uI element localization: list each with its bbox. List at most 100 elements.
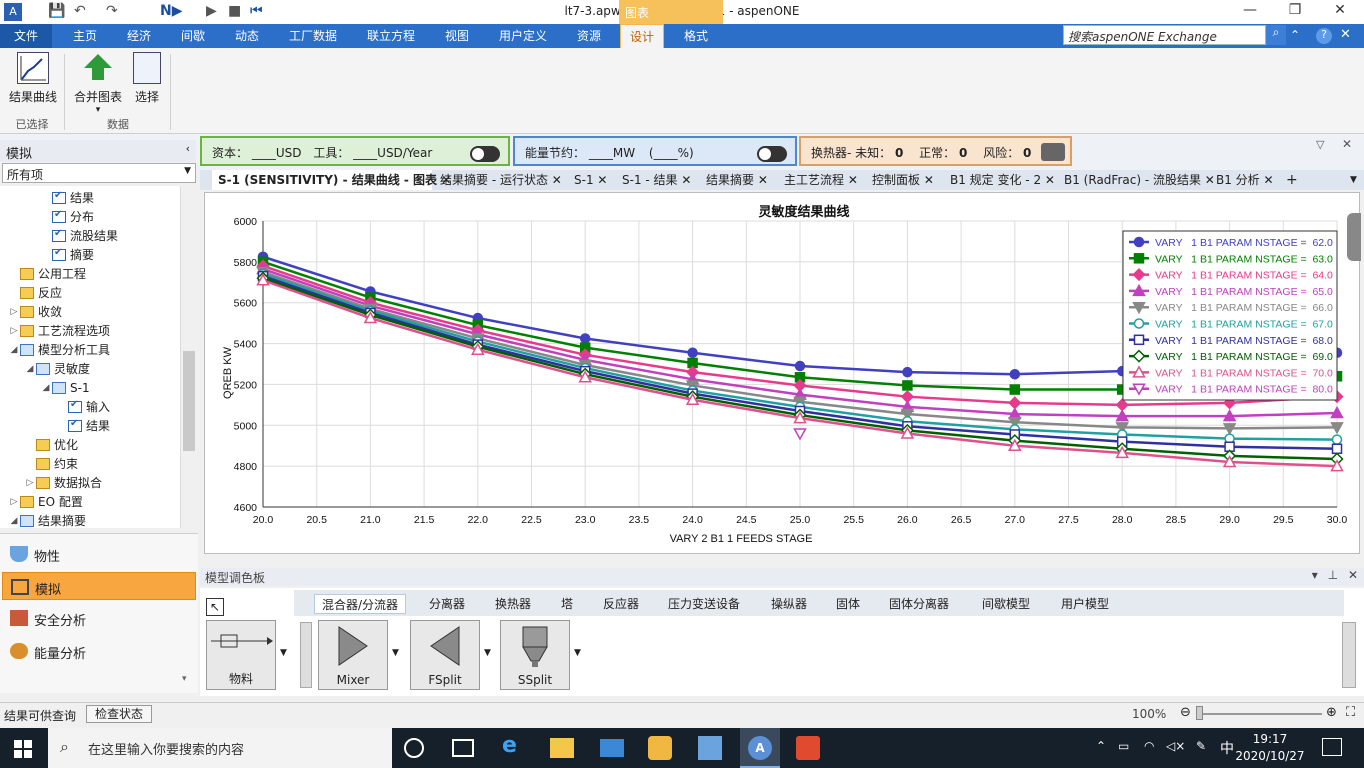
new-tab-icon[interactable]: +	[1286, 170, 1306, 190]
tab-file[interactable]: 文件	[0, 24, 52, 48]
taskbar-search-input[interactable]: ⌕ 在这里输入你要搜索的内容	[48, 728, 392, 768]
palette-tab[interactable]: 换热器	[488, 594, 538, 614]
palette-tab[interactable]: 操纵器	[764, 594, 814, 614]
doc-tab[interactable]: S-1 - 结果 ✕	[616, 170, 700, 190]
close-icon[interactable]: ✕	[597, 173, 607, 187]
tree-item[interactable]: ◢ 模型分析工具	[0, 340, 110, 359]
task-view-icon[interactable]	[452, 739, 474, 757]
tree-item[interactable]: ▷ EO 配置	[0, 492, 83, 511]
close-icon[interactable]: ✕	[552, 173, 562, 187]
close-icon[interactable]: ✕	[924, 173, 934, 187]
close-ribbon-icon[interactable]: ✕	[1340, 27, 1351, 42]
chevron-down-icon[interactable]: ▼	[574, 648, 581, 658]
edge-icon[interactable]: e	[502, 733, 526, 758]
palette-item-fsplit[interactable]: FSplit	[410, 620, 480, 690]
taskbar-clock[interactable]: 19:17 2020/10/27	[1234, 731, 1306, 765]
tree-item[interactable]: 结果	[0, 188, 94, 207]
tree-item[interactable]: 流股结果	[0, 226, 118, 245]
search-icon[interactable]: ⌕	[1266, 25, 1286, 45]
tab-format[interactable]: 格式	[672, 24, 720, 48]
close-icon[interactable]: ✕	[1348, 568, 1358, 582]
tree-item[interactable]: 优化	[0, 435, 78, 454]
doc-tab[interactable]: B1 (RadFrac) - 流股结果 ✕	[1058, 170, 1215, 190]
palette-tab[interactable]: 塔	[552, 594, 582, 614]
palette-tab[interactable]: 固体	[830, 594, 866, 614]
chart-side-handle[interactable]	[1347, 213, 1361, 261]
restore-icon[interactable]: ❐	[1275, 2, 1315, 22]
palette-item-ssplit[interactable]: SSplit	[500, 620, 570, 690]
palette-tab[interactable]: 用户模型	[1052, 594, 1118, 614]
nav-button-energy[interactable]: 能量分析	[2, 637, 196, 665]
file-explorer-icon[interactable]	[550, 738, 574, 758]
mail-icon[interactable]	[600, 739, 624, 757]
tree-item[interactable]: 输入	[0, 397, 110, 416]
tab-customize[interactable]: 用户定义	[490, 24, 556, 48]
tree-expander-icon[interactable]: ◢	[8, 345, 20, 355]
palette-tab[interactable]: 混合器/分流器	[314, 594, 406, 614]
collapse-ribbon-icon[interactable]: ⌃	[1290, 28, 1300, 42]
taskbar-aspen-plus[interactable]: A	[740, 728, 780, 768]
doc-tab[interactable]: 控制面板 ✕	[866, 170, 942, 190]
app-icon-yellow[interactable]	[648, 736, 672, 760]
close-icon[interactable]: ✕	[1320, 2, 1360, 22]
tab-view[interactable]: 视图	[434, 24, 480, 48]
windows-start-icon[interactable]	[14, 740, 32, 758]
zoom-in-icon[interactable]: ⊕	[1326, 705, 1337, 720]
doc-tab[interactable]: B1 规定 变化 - 2 ✕	[944, 170, 1058, 190]
close-icon[interactable]: ✕	[681, 173, 691, 187]
notification-icon[interactable]	[1322, 738, 1342, 756]
palette-tab[interactable]: 分离器	[422, 594, 472, 614]
zoom-slider[interactable]	[1196, 713, 1322, 715]
cortana-icon[interactable]	[404, 738, 424, 758]
nav-button-simulation[interactable]: 模拟	[2, 572, 196, 600]
tree-expander-icon[interactable]: ◢	[24, 364, 36, 374]
chevron-down-icon[interactable]: ▼	[484, 648, 491, 658]
doc-tab[interactable]: 主工艺流程 ✕	[778, 170, 864, 190]
doc-tab[interactable]: B1 分析 ✕	[1210, 170, 1282, 190]
result-curve-button[interactable]: 结果曲线	[6, 52, 60, 105]
palette-tab[interactable]: 间歇模型	[974, 594, 1038, 614]
tree-item[interactable]: ◢ 结果摘要	[0, 511, 86, 528]
tree-item[interactable]: ◢ S-1	[0, 378, 90, 397]
tab-batch[interactable]: 间歇	[168, 24, 218, 48]
palette-item-material[interactable]: 物料	[206, 620, 276, 690]
ime-indicator[interactable]: 中	[1220, 738, 1234, 758]
merge-chart-button[interactable]: 合并图表 ▾	[72, 52, 124, 115]
tab-economics[interactable]: 经济	[114, 24, 164, 48]
chevron-down-icon[interactable]: ▼	[280, 648, 287, 658]
doc-tab[interactable]: S-1 (SENSITIVITY) - 结果曲线 - 图表 ✕	[212, 170, 451, 190]
pin-icon[interactable]: ⊥	[1328, 568, 1338, 582]
fit-view-icon[interactable]: ⛶	[1346, 705, 1355, 720]
wifi-icon[interactable]: ◠	[1144, 739, 1154, 753]
pointer-tool-icon[interactable]: ↖	[206, 598, 224, 616]
close-icon[interactable]: ✕	[1264, 173, 1274, 187]
tree-expander-icon[interactable]: ▷	[8, 497, 20, 507]
hx-settings-icon[interactable]	[1041, 143, 1065, 161]
collapse-pane-icon[interactable]: ‹	[186, 142, 190, 155]
tree-expander-icon[interactable]: ▷	[8, 307, 20, 317]
tree-expander-icon[interactable]: ◢	[40, 383, 52, 393]
tree-expander-icon[interactable]: ◢	[8, 516, 20, 526]
tab-plant-data[interactable]: 工厂数据	[280, 24, 346, 48]
check-status-button[interactable]: 检查状态	[86, 705, 152, 723]
merge-chart-dropdown-icon[interactable]: ▾	[72, 105, 124, 115]
doc-tab[interactable]: 结果摘要 ✕	[700, 170, 778, 190]
tree-item[interactable]: 结果	[0, 416, 110, 435]
zoom-out-icon[interactable]: ⊖	[1180, 705, 1191, 720]
nav-more-icon[interactable]: ▾	[182, 674, 187, 684]
tab-resources[interactable]: 资源	[566, 24, 612, 48]
info-close-icon[interactable]: ✕	[1342, 137, 1352, 151]
nav-filter-select[interactable]: 所有项 ▼	[2, 163, 196, 183]
info-collapse-icon[interactable]: ▽	[1316, 138, 1324, 151]
close-icon[interactable]: ✕	[758, 173, 768, 187]
tree-expander-icon[interactable]: ▷	[8, 326, 20, 336]
battery-icon[interactable]: ▭	[1118, 739, 1129, 753]
tab-dynamics[interactable]: 动态	[222, 24, 272, 48]
tab-equation-oriented[interactable]: 联立方程	[356, 24, 426, 48]
palette-tab[interactable]: 压力变送设备	[662, 594, 746, 614]
minimize-icon[interactable]: —	[1230, 2, 1270, 22]
tree-item[interactable]: 摘要	[0, 245, 94, 264]
close-icon[interactable]: ✕	[848, 173, 858, 187]
screen-recorder-icon[interactable]	[796, 736, 820, 760]
tree-item[interactable]: 反应	[0, 283, 62, 302]
